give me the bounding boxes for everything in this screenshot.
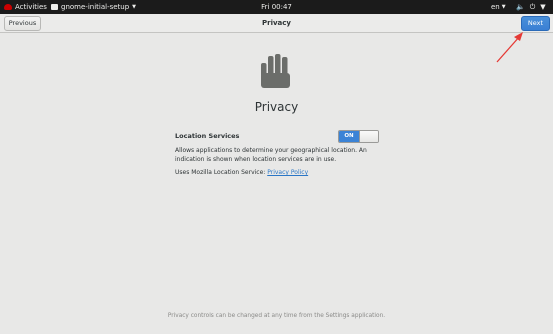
location-service-info: Uses Mozilla Location Service: Privacy P…: [175, 169, 308, 176]
top-bar: Activities gnome-initial-setup ▼ Fri 00:…: [0, 0, 553, 14]
privacy-page: Privacy Location Services ON Allows appl…: [0, 34, 553, 334]
power-icon: ⏻: [529, 3, 536, 11]
header-bar: Previous Privacy Next: [0, 14, 553, 33]
language-label: en: [491, 3, 500, 11]
caret-down-icon: ▼: [501, 4, 506, 10]
system-menu[interactable]: 🔈 ⏻ ▼: [516, 0, 546, 14]
location-description: Allows applications to determine your ge…: [175, 147, 367, 163]
clock[interactable]: Fri 00:47: [0, 0, 553, 14]
location-services-switch[interactable]: ON: [338, 130, 379, 143]
footer-note: Privacy controls can be changed at any t…: [167, 313, 386, 319]
volume-icon: 🔈: [516, 3, 525, 11]
language-menu[interactable]: en ▼: [491, 0, 506, 14]
switch-knob[interactable]: [359, 131, 378, 142]
next-button[interactable]: Next: [521, 16, 550, 31]
window-title: Privacy: [262, 19, 291, 27]
hand-icon: [261, 54, 290, 88]
switch-on-label: ON: [339, 131, 359, 142]
page-title: Privacy: [254, 100, 299, 114]
location-services-label: Location Services: [175, 132, 240, 140]
privacy-policy-link[interactable]: Privacy Policy: [267, 169, 308, 176]
uses-prefix: Uses Mozilla Location Service:: [175, 169, 266, 176]
caret-down-icon: ▼: [540, 3, 546, 11]
